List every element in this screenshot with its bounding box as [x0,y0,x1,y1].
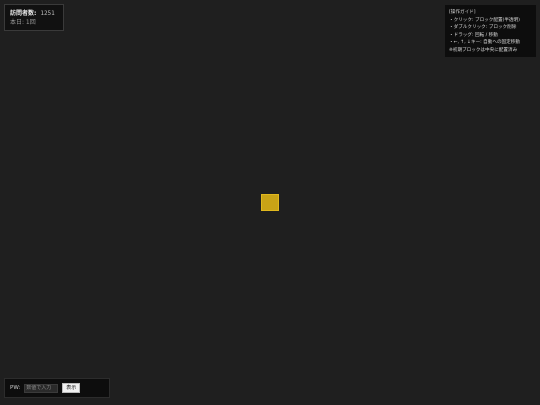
password-input[interactable] [24,383,59,393]
guide-line-click: ・クリック: ブロック配置(半透明) [449,17,520,23]
guide-line-double-click: ・ダブルクリック: ブロック削除 [449,25,517,31]
visitor-count-value: 1251 [40,10,55,17]
guide-title: [操作ガイド] [449,10,476,15]
guide-line-arrow-keys: ・←, ↑, ↓キー: 自動への固定移動 [449,40,520,46]
show-button[interactable]: 表示 [62,383,81,393]
operation-guide-panel: [操作ガイド] ・クリック: ブロック配置(半透明) ・ダブルクリック: ブロッ… [445,5,536,57]
visitor-counter-panel: 訪問者数: 1251 本日: 1回 [4,4,64,31]
today-visits: 本日: 1回 [10,19,36,26]
initial-block[interactable] [261,194,279,211]
block-canvas[interactable]: 訪問者数: 1251 本日: 1回 [操作ガイド] ・クリック: ブロック配置(… [0,0,540,405]
guide-line-initial-block: ※初期ブロックは中央に配置済み [449,47,518,53]
password-label: PW: [10,385,21,391]
visitor-count-label: 訪問者数: [10,10,37,17]
password-panel: PW: 表示 [4,378,110,398]
guide-line-drag: ・ドラッグ: 回転 / 移動 [449,32,498,38]
